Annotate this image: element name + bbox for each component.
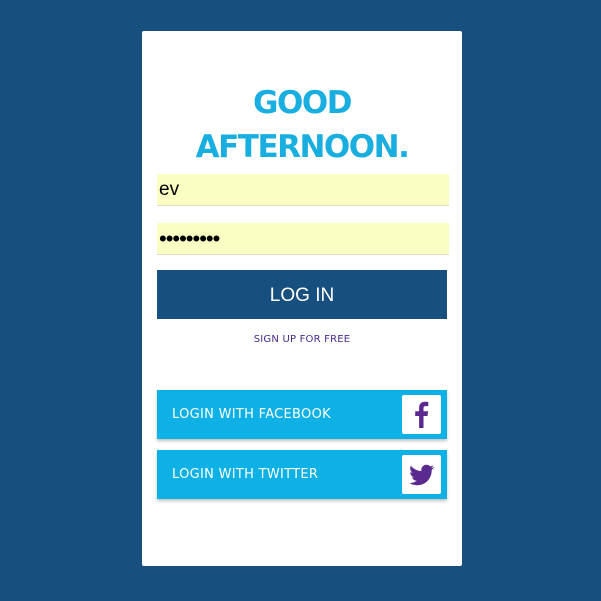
username-input[interactable] [157, 174, 449, 206]
greeting-title: GOOD AFTERNOON. [142, 81, 462, 169]
greeting-line-1: GOOD [253, 85, 352, 121]
login-button[interactable]: LOG IN [157, 270, 447, 319]
twitter-login-label: LOGIN WITH TWITTER [172, 467, 319, 482]
facebook-icon [402, 395, 441, 434]
twitter-icon [402, 455, 441, 494]
signup-link[interactable]: SIGN UP FOR FREE [142, 334, 462, 345]
password-input[interactable]: ••••••••• [157, 223, 449, 255]
login-card: GOOD AFTERNOON. ••••••••• LOG IN SIGN UP… [142, 31, 462, 566]
greeting-line-2: AFTERNOON. [195, 129, 410, 165]
facebook-login-button[interactable]: LOGIN WITH FACEBOOK [157, 390, 447, 439]
twitter-login-button[interactable]: LOGIN WITH TWITTER [157, 450, 447, 499]
facebook-login-label: LOGIN WITH FACEBOOK [172, 407, 331, 422]
